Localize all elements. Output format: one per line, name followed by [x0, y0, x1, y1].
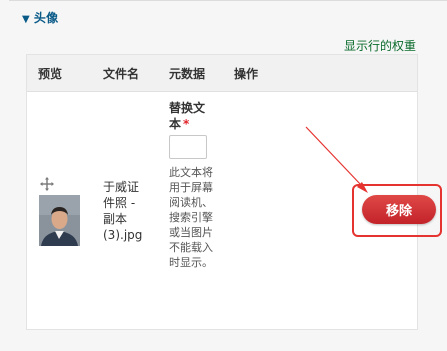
image-field-widget: ▼ 头像 显示行的权重 预览 文件名 元数据 操作 于威证件照 - 副本 (3)…	[0, 0, 447, 351]
remove-button[interactable]: 移除	[362, 195, 436, 224]
annotation-arrow-icon	[305, 126, 368, 193]
